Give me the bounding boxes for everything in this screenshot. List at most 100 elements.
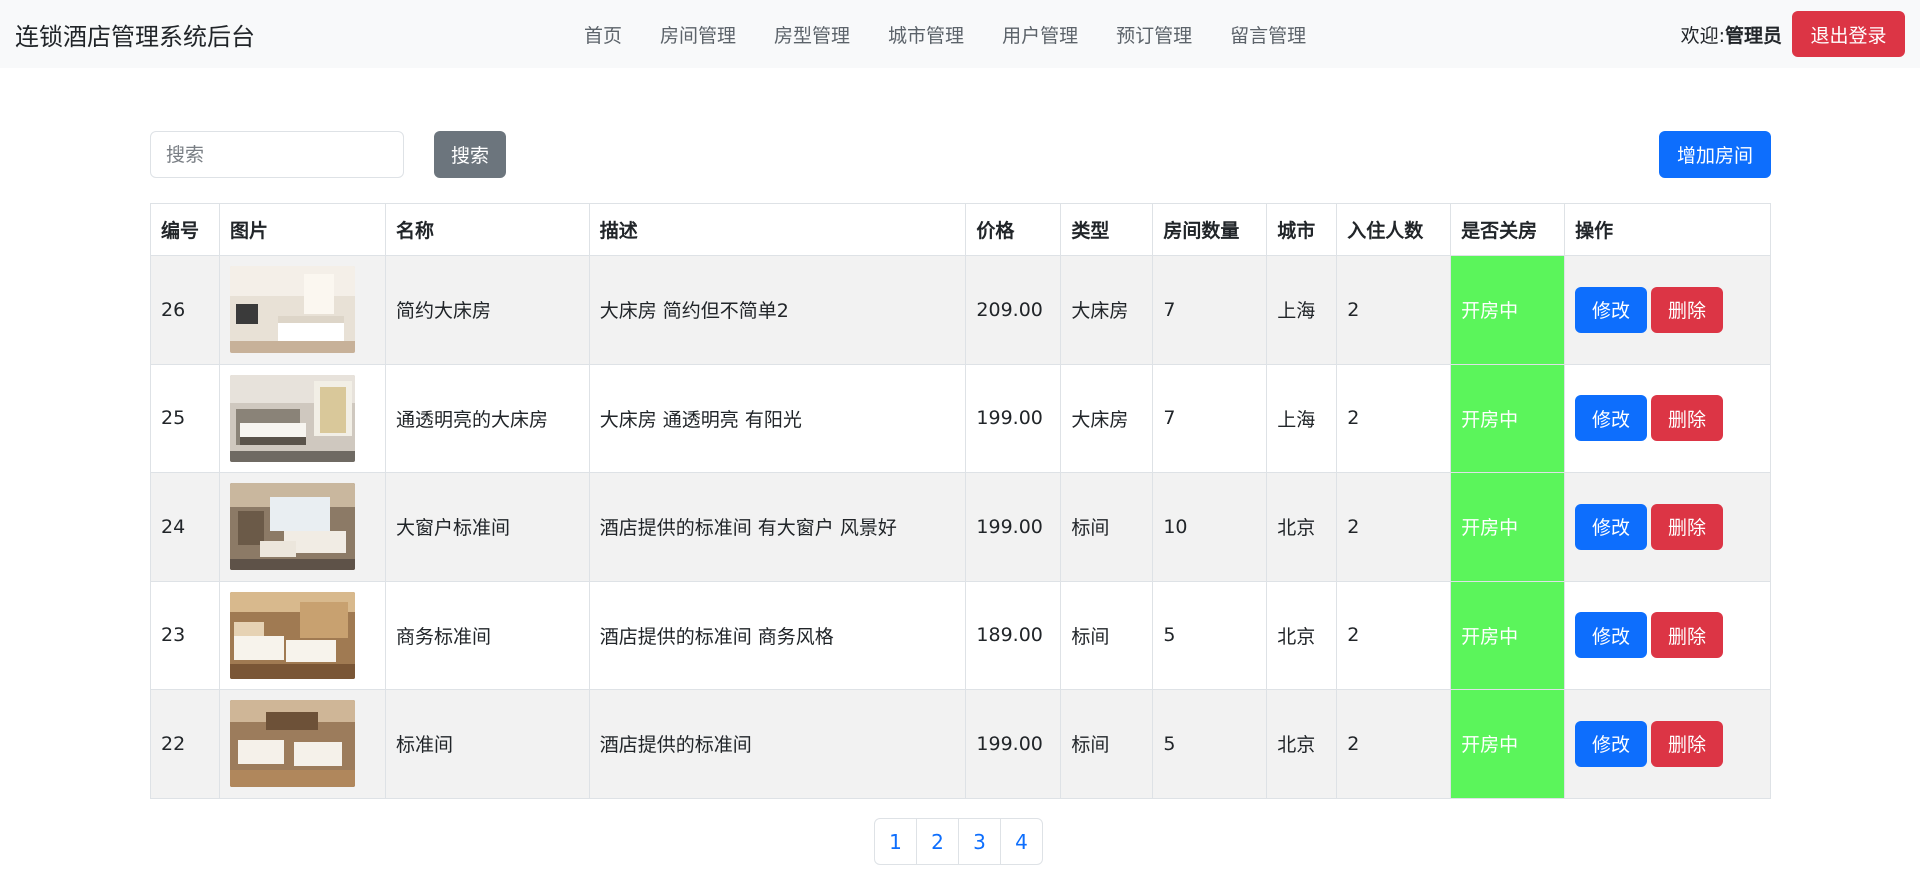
page-link-2[interactable]: 2 bbox=[916, 818, 959, 865]
cell-type: 大床房 bbox=[1060, 363, 1154, 473]
app-title: 连锁酒店管理系统后台 bbox=[15, 22, 255, 51]
edit-button[interactable]: 修改 bbox=[1575, 286, 1648, 333]
welcome-text: 欢迎:管理员 bbox=[1681, 21, 1782, 48]
delete-button[interactable]: 删除 bbox=[1651, 720, 1724, 767]
cell-image bbox=[218, 363, 386, 473]
cell-guests: 2 bbox=[1336, 255, 1452, 365]
cell-actions: 修改 删除 bbox=[1564, 580, 1771, 690]
cell-guests: 2 bbox=[1336, 580, 1452, 690]
table-row: 22 标准间 酒店提供的标准间 199.00 标间 5 北京 2 开房中 修改 bbox=[150, 689, 1771, 799]
status-badge: 开房中 bbox=[1450, 472, 1566, 582]
cell-guests: 2 bbox=[1336, 689, 1452, 799]
nav-user-area: 欢迎:管理员 退出登录 bbox=[1681, 0, 1905, 68]
rooms-table: 编号 图片 名称 描述 价格 类型 房间数量 城市 入住人数 是否关房 操作 2… bbox=[150, 203, 1771, 799]
table-row: 24 大窗户标准间 酒店提供的标准间 有大窗户 风景好 199.00 标间 10… bbox=[150, 472, 1771, 582]
user-name: 管理员 bbox=[1724, 24, 1782, 47]
cell-price: 199.00 bbox=[965, 472, 1062, 582]
cell-city: 北京 bbox=[1266, 472, 1338, 582]
cell-name: 大窗户标准间 bbox=[384, 472, 590, 582]
add-room-button[interactable]: 增加房间 bbox=[1659, 131, 1771, 178]
edit-button[interactable]: 修改 bbox=[1575, 395, 1648, 442]
cell-name: 标准间 bbox=[384, 689, 590, 799]
header-room-count: 房间数量 bbox=[1152, 203, 1268, 256]
cell-description: 酒店提供的标准间 bbox=[588, 689, 967, 799]
delete-button[interactable]: 删除 bbox=[1651, 286, 1724, 333]
page-link-1[interactable]: 1 bbox=[874, 818, 917, 865]
cell-city: 北京 bbox=[1266, 689, 1338, 799]
delete-button[interactable]: 删除 bbox=[1651, 612, 1724, 659]
nav-link-room-types[interactable]: 房型管理 bbox=[774, 21, 850, 48]
welcome-prefix: 欢迎: bbox=[1680, 24, 1725, 47]
navbar: 连锁酒店管理系统后台 首页 房间管理 房型管理 城市管理 用户管理 预订管理 留… bbox=[0, 0, 1920, 68]
cell-name: 商务标准间 bbox=[384, 580, 590, 690]
cell-actions: 修改 删除 bbox=[1564, 255, 1771, 365]
cell-city: 上海 bbox=[1266, 255, 1338, 365]
cell-room-count: 5 bbox=[1152, 689, 1268, 799]
cell-name: 通透明亮的大床房 bbox=[384, 363, 590, 473]
cell-city: 上海 bbox=[1266, 363, 1338, 473]
cell-actions: 修改 删除 bbox=[1564, 689, 1771, 799]
nav-link-users[interactable]: 用户管理 bbox=[1002, 21, 1078, 48]
cell-description: 酒店提供的标准间 有大窗户 风景好 bbox=[588, 472, 967, 582]
cell-type: 标间 bbox=[1060, 472, 1154, 582]
cell-guests: 2 bbox=[1336, 363, 1452, 473]
nav-link-messages[interactable]: 留言管理 bbox=[1230, 21, 1306, 48]
cell-id: 25 bbox=[150, 363, 220, 473]
status-badge: 开房中 bbox=[1450, 580, 1566, 690]
search-button[interactable]: 搜索 bbox=[434, 131, 506, 178]
pagination: 1 2 3 4 bbox=[874, 818, 1043, 865]
logout-button[interactable]: 退出登录 bbox=[1792, 11, 1905, 57]
cell-room-count: 5 bbox=[1152, 580, 1268, 690]
nav-link-bookings[interactable]: 预订管理 bbox=[1116, 21, 1192, 48]
table-header-row: 编号 图片 名称 描述 价格 类型 房间数量 城市 入住人数 是否关房 操作 bbox=[150, 203, 1771, 256]
cell-price: 209.00 bbox=[965, 255, 1062, 365]
cell-room-count: 10 bbox=[1152, 472, 1268, 582]
edit-button[interactable]: 修改 bbox=[1575, 720, 1648, 767]
cell-type: 标间 bbox=[1060, 580, 1154, 690]
header-id: 编号 bbox=[150, 203, 220, 256]
nav-link-home[interactable]: 首页 bbox=[584, 21, 622, 48]
room-photo-image bbox=[229, 266, 355, 354]
cell-description: 大床房 简约但不简单2 bbox=[588, 255, 967, 365]
cell-room-count: 7 bbox=[1152, 363, 1268, 473]
page-link-4[interactable]: 4 bbox=[1000, 818, 1043, 865]
cell-actions: 修改 删除 bbox=[1564, 472, 1771, 582]
room-photo-image bbox=[229, 591, 355, 679]
cell-city: 北京 bbox=[1266, 580, 1338, 690]
cell-price: 189.00 bbox=[965, 580, 1062, 690]
toolbar: 搜索 增加房间 bbox=[150, 131, 1771, 178]
page-link-3[interactable]: 3 bbox=[958, 818, 1001, 865]
table-row: 26 简约大床房 大床房 简约但不简单2 209.00 大床房 7 上海 2 开… bbox=[150, 255, 1771, 365]
header-price: 价格 bbox=[965, 203, 1062, 256]
delete-button[interactable]: 删除 bbox=[1651, 503, 1724, 550]
edit-button[interactable]: 修改 bbox=[1575, 503, 1648, 550]
nav-link-cities[interactable]: 城市管理 bbox=[888, 21, 964, 48]
cell-guests: 2 bbox=[1336, 472, 1452, 582]
table-row: 25 通透明亮的大床房 大床房 通透明亮 有阳光 199.00 大床房 7 上海 bbox=[150, 363, 1771, 473]
cell-name: 简约大床房 bbox=[384, 255, 590, 365]
cell-description: 大床房 通透明亮 有阳光 bbox=[588, 363, 967, 473]
cell-type: 大床房 bbox=[1060, 255, 1154, 365]
cell-id: 23 bbox=[150, 580, 220, 690]
cell-id: 22 bbox=[150, 689, 220, 799]
cell-image bbox=[218, 689, 386, 799]
cell-price: 199.00 bbox=[965, 689, 1062, 799]
search-input[interactable] bbox=[150, 131, 404, 178]
cell-description: 酒店提供的标准间 商务风格 bbox=[588, 580, 967, 690]
header-type: 类型 bbox=[1060, 203, 1154, 256]
header-guests: 入住人数 bbox=[1336, 203, 1452, 256]
cell-room-count: 7 bbox=[1152, 255, 1268, 365]
status-badge: 开房中 bbox=[1450, 255, 1566, 365]
cell-actions: 修改 删除 bbox=[1564, 363, 1771, 473]
header-description: 描述 bbox=[588, 203, 967, 256]
header-image: 图片 bbox=[218, 203, 386, 256]
header-actions: 操作 bbox=[1564, 203, 1771, 256]
status-badge: 开房中 bbox=[1450, 689, 1566, 799]
header-name: 名称 bbox=[384, 203, 590, 256]
edit-button[interactable]: 修改 bbox=[1575, 612, 1648, 659]
delete-button[interactable]: 删除 bbox=[1651, 395, 1724, 442]
nav-link-rooms[interactable]: 房间管理 bbox=[660, 21, 736, 48]
room-photo-image bbox=[229, 700, 355, 788]
table-row: 23 商务标准间 酒店提供的标准间 商务风格 189.00 标间 5 北京 2 … bbox=[150, 580, 1771, 690]
header-closed: 是否关房 bbox=[1450, 203, 1566, 256]
